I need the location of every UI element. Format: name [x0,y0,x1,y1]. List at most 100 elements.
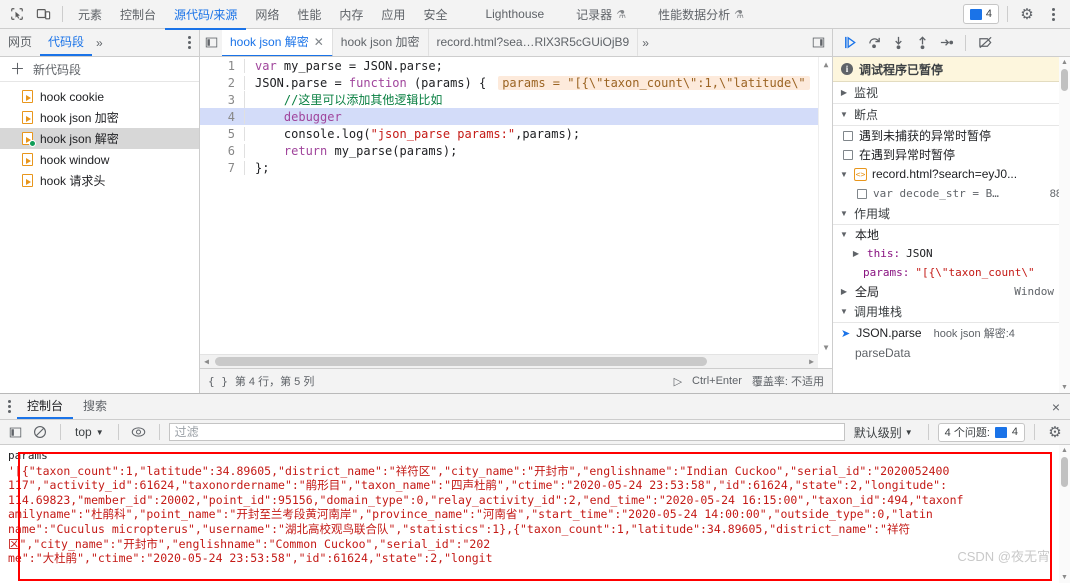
close-drawer-icon[interactable]: × [1042,399,1070,415]
snippet-item-hook-json-decrypt[interactable]: hook json 解密 [0,128,199,149]
resume-script-execution-icon[interactable] [839,32,861,54]
pretty-print-icon[interactable]: { } [208,375,228,388]
issues-count-label: 4 [1011,426,1018,438]
scope-local-group[interactable]: ▼ 本地 [833,225,1070,244]
panel-tab-recorder[interactable]: 记录器 ⚗ [567,1,635,30]
code-line: 7 }; [200,159,818,176]
chevron-down-icon: ▼ [840,307,848,316]
drawer-tab-console[interactable]: 控制台 [17,394,74,419]
scroll-up-icon[interactable]: ▲ [1059,445,1070,456]
console-filter-input[interactable] [168,423,845,441]
callstack-frame[interactable]: parseData [833,343,1070,363]
editor-more-tabs-icon[interactable]: » [638,36,653,50]
scroll-left-icon[interactable]: ◀ [200,357,213,366]
step-icon[interactable] [935,32,957,54]
close-icon[interactable]: ✕ [314,35,324,49]
breakpoint-file-group[interactable]: ▼ <> record.html?search=eyJ0... [833,164,1070,184]
nav-tab-page[interactable]: 网页 [0,29,40,56]
watch-section-header[interactable]: ▶ 监视 [833,82,1070,104]
checkbox-icon[interactable] [843,149,853,160]
drawer-more-options-icon[interactable] [0,400,17,413]
callstack-frame-active[interactable]: ➤ JSON.parse hook json 解密:4 [833,323,1070,343]
scroll-up-icon[interactable]: ▲ [1059,57,1070,68]
scope-this-row[interactable]: ▶ this: JSON [833,244,1070,263]
chevron-right-icon: ▶ [852,249,860,258]
gear-icon[interactable]: ⚙ [1014,2,1040,26]
panel-tab-sources[interactable]: 源代码/来源 [165,1,247,30]
panel-tab-application[interactable]: 应用 [372,1,414,30]
scroll-down-icon[interactable]: ▼ [819,340,832,354]
editor-tab-record-html[interactable]: record.html?sea…RlX3R5cGUiOjB9 [429,29,639,56]
step-over-next-function-call-icon[interactable] [863,32,885,54]
debugger-sidebar: i 调试程序已暂停 ▶ 监视 ▼ 断点 遇到未捕获的异常时暂停 在遇到异常时暂停… [832,57,1070,393]
callstack-section-header[interactable]: ▼ 调用堆栈 [833,301,1070,323]
line-content: var my_parse = JSON.parse; [244,58,818,73]
scroll-down-icon[interactable]: ▼ [1059,572,1070,583]
panel-tab-console[interactable]: 控制台 [111,1,165,30]
pause-on-caught-exceptions-row[interactable]: 在遇到异常时暂停 [833,145,1070,164]
token-text: (params) { [406,75,487,90]
code-editor[interactable]: 1 var my_parse = JSON.parse; 2 JSON.pars… [200,57,832,368]
editor-tab-hook-json-decrypt[interactable]: hook json 解密 ✕ [222,29,333,56]
console-scrollbar[interactable]: ▲ ▼ [1059,445,1070,583]
panel-tab-security[interactable]: 安全 [414,1,456,30]
editor-tab-hook-json-encrypt[interactable]: hook json 加密 [333,29,429,56]
devtools-main-toolbar: 元素 控制台 源代码/来源 网络 性能 内存 应用 安全 Lighthouse … [0,0,1070,30]
checkbox-icon[interactable] [857,188,867,199]
clear-console-icon[interactable] [29,422,51,442]
scope-params-row[interactable]: params: "[{\"taxon_count\" [833,263,1070,282]
snippet-item-hook-cookie[interactable]: hook cookie [0,86,199,107]
run-snippet-icon[interactable]: ▷ [674,375,682,388]
panel-tab-memory[interactable]: 内存 [330,1,372,30]
issues-counter-button[interactable]: 4 [962,4,999,24]
inspect-icon[interactable] [4,2,30,26]
scrollbar-thumb[interactable] [1061,69,1068,91]
panel-tab-network[interactable]: 网络 [246,1,288,30]
pause-on-uncaught-exceptions-row[interactable]: 遇到未捕获的异常时暂停 [833,126,1070,145]
execution-context-selector[interactable]: top ▼ [70,425,109,439]
console-log-line: 114.69823,"member_id":20002,"point_id":9… [8,492,964,507]
snippet-item-hook-json-encrypt[interactable]: hook json 加密 [0,107,199,128]
console-output[interactable]: params '[{"taxon_count":1,"latitude":34.… [0,445,1070,583]
debugger-scrollbar[interactable]: ▲ ▼ [1059,57,1070,393]
nav-more-tabs-icon[interactable]: » [92,36,107,50]
snippet-item-hook-window[interactable]: hook window [0,149,199,170]
panel-tab-label: 内存 [339,7,364,22]
console-sidebar-icon[interactable] [4,422,26,442]
scrollbar-thumb[interactable] [1061,457,1068,487]
step-into-next-function-call-icon[interactable] [887,32,909,54]
step-out-of-current-function-icon[interactable] [911,32,933,54]
toggle-debugger-sidebar-icon[interactable] [810,32,832,54]
checkbox-icon[interactable] [843,130,853,141]
snippet-item-hook-request-header[interactable]: hook 请求头 [0,170,199,191]
info-icon: i [841,63,853,75]
breakpoints-section-header[interactable]: ▼ 断点 [833,104,1070,126]
navigator-more-options-icon[interactable] [188,36,199,49]
log-level-selector[interactable]: 默认级别 ▼ [848,424,919,441]
scrollbar-thumb[interactable] [215,357,707,366]
device-toolbar-icon[interactable] [30,2,56,26]
panel-tab-elements[interactable]: 元素 [69,1,111,30]
scope-global-row[interactable]: ▶ 全局 Window [833,282,1070,301]
new-snippet-button[interactable]: ＋ 新代码段 [0,57,199,82]
editor-vertical-scrollbar[interactable]: ▲ ▼ [818,57,832,354]
token-keyword: var [255,58,277,73]
scroll-up-icon[interactable]: ▲ [819,57,832,71]
console-toolbar: top ▼ 默认级别 ▼ 4 个问题: 4 ⚙ [0,420,1070,445]
panel-tab-performance[interactable]: 性能 [288,1,330,30]
panel-tab-performance-insights[interactable]: 性能数据分析 ⚗ [649,1,753,30]
scroll-down-icon[interactable]: ▼ [1059,382,1070,393]
deactivate-breakpoints-icon[interactable] [974,32,996,54]
nav-tab-snippets[interactable]: 代码段 [40,29,93,56]
live-expression-icon[interactable] [128,422,150,442]
toggle-navigator-icon[interactable] [200,32,222,54]
console-issues-button[interactable]: 4 个问题: 4 [937,422,1025,442]
editor-horizontal-scrollbar[interactable]: ◀ ▶ [200,354,818,368]
gear-icon[interactable]: ⚙ [1044,422,1066,442]
drawer-tab-search[interactable]: 搜索 [73,394,117,419]
scope-section-header[interactable]: ▼ 作用域 [833,203,1070,225]
breakpoint-entry[interactable]: var decode_str = B… 88 [833,184,1070,203]
scroll-right-icon[interactable]: ▶ [805,357,818,366]
more-options-icon[interactable] [1040,2,1066,26]
panel-tab-lighthouse[interactable]: Lighthouse [476,1,553,30]
